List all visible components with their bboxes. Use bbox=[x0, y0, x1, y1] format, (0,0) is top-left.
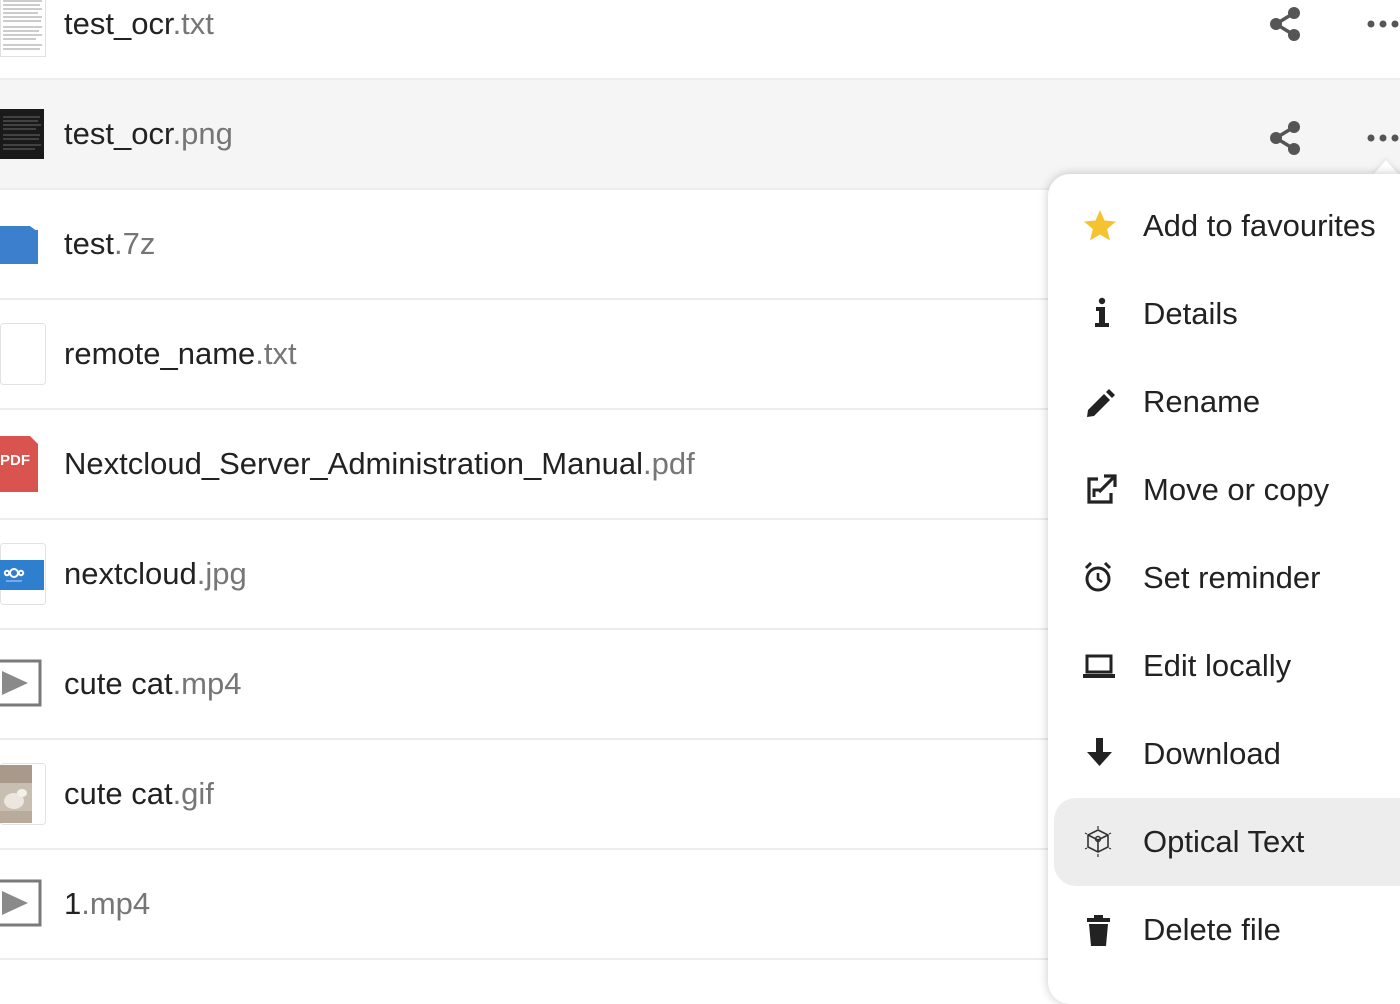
more-actions-icon[interactable] bbox=[1362, 124, 1400, 152]
file-name[interactable]: test.7z bbox=[64, 190, 155, 298]
file-basename: test_ocr bbox=[64, 6, 173, 41]
file-name[interactable]: nextcloud.jpg bbox=[64, 520, 247, 628]
file-extension: .mp4 bbox=[81, 886, 151, 921]
external-link-icon bbox=[1080, 470, 1120, 510]
menu-item-optical-text[interactable]: Optical Text bbox=[1054, 798, 1400, 886]
menu-item-set-reminder[interactable]: Set reminder bbox=[1054, 534, 1400, 622]
share-icon[interactable] bbox=[1266, 6, 1306, 42]
menu-item-label: Rename bbox=[1143, 384, 1261, 419]
file-basename: test_ocr bbox=[64, 116, 173, 151]
menu-item-rename[interactable]: Rename bbox=[1054, 358, 1400, 446]
file-name[interactable]: cute cat.mp4 bbox=[64, 630, 241, 738]
file-name[interactable]: test_ocr.txt bbox=[64, 0, 214, 78]
blank-document-thumbnail bbox=[0, 323, 46, 385]
pdf-badge-label: PDF bbox=[0, 452, 30, 469]
menu-item-label: Details bbox=[1143, 296, 1238, 331]
file-extension: .pdf bbox=[642, 446, 695, 481]
file-basename: cute cat bbox=[64, 776, 173, 811]
dark-image-thumbnail bbox=[0, 109, 46, 159]
file-actions-menu: Add to favourites Details Rename Move or… bbox=[1048, 174, 1400, 1004]
more-actions-icon[interactable] bbox=[1362, 10, 1400, 38]
menu-item-label: Optical Text bbox=[1143, 824, 1305, 859]
trash-icon bbox=[1080, 910, 1120, 950]
pencil-icon bbox=[1080, 382, 1120, 422]
file-name[interactable]: remote_name.txt bbox=[64, 300, 297, 408]
menu-item-add-to-favourites[interactable]: Add to favourites bbox=[1054, 182, 1400, 270]
file-basename: remote_name bbox=[64, 336, 256, 371]
menu-item-label: Move or copy bbox=[1143, 472, 1330, 507]
menu-item-label: Set reminder bbox=[1143, 560, 1321, 595]
cat-photo-thumbnail bbox=[0, 763, 46, 825]
file-name[interactable]: test_ocr.png bbox=[64, 80, 233, 188]
menu-item-edit-locally[interactable]: Edit locally bbox=[1054, 622, 1400, 710]
menu-item-label: Add to favourites bbox=[1143, 208, 1376, 243]
file-basename: test bbox=[64, 226, 114, 261]
laptop-icon bbox=[1080, 646, 1120, 686]
file-extension: .txt bbox=[255, 336, 297, 371]
pdf-icon: PDF bbox=[0, 436, 46, 492]
video-icon bbox=[0, 659, 46, 709]
menu-item-label: Delete file bbox=[1143, 912, 1281, 947]
file-basename: cute cat bbox=[64, 666, 173, 701]
file-name[interactable]: Nextcloud_Server_Administration_Manual.p… bbox=[64, 410, 695, 518]
menu-item-move-or-copy[interactable]: Move or copy bbox=[1054, 446, 1400, 534]
file-extension: .mp4 bbox=[172, 666, 242, 701]
file-basename: 1 bbox=[64, 886, 82, 921]
info-icon bbox=[1080, 294, 1120, 334]
file-extension: .txt bbox=[172, 6, 214, 41]
ocr-cube-icon bbox=[1080, 822, 1120, 862]
file-extension: .7z bbox=[113, 226, 156, 261]
download-arrow-icon bbox=[1080, 734, 1120, 774]
text-document-thumbnail bbox=[0, 0, 46, 57]
archive-folder-icon bbox=[0, 224, 46, 264]
file-name[interactable]: 1.mp4 bbox=[64, 850, 150, 958]
alarm-clock-icon bbox=[1080, 558, 1120, 598]
file-extension: .jpg bbox=[196, 556, 247, 591]
menu-item-label: Edit locally bbox=[1143, 648, 1292, 683]
menu-item-label: Download bbox=[1143, 736, 1281, 771]
file-extension: .gif bbox=[172, 776, 214, 811]
menu-item-delete-file[interactable]: Delete file bbox=[1054, 886, 1400, 974]
share-icon[interactable] bbox=[1266, 120, 1306, 156]
nextcloud-logo-thumbnail bbox=[0, 543, 46, 605]
file-extension: .png bbox=[172, 116, 233, 151]
menu-item-details[interactable]: Details bbox=[1054, 270, 1400, 358]
file-basename: Nextcloud_Server_Administration_Manual bbox=[64, 446, 643, 481]
file-name[interactable]: cute cat.gif bbox=[64, 740, 214, 848]
file-row-test-ocr-txt[interactable]: test_ocr.txt bbox=[0, 0, 1400, 80]
video-icon bbox=[0, 879, 46, 929]
file-basename: nextcloud bbox=[64, 556, 197, 591]
menu-item-download[interactable]: Download bbox=[1054, 710, 1400, 798]
star-icon bbox=[1080, 206, 1120, 246]
